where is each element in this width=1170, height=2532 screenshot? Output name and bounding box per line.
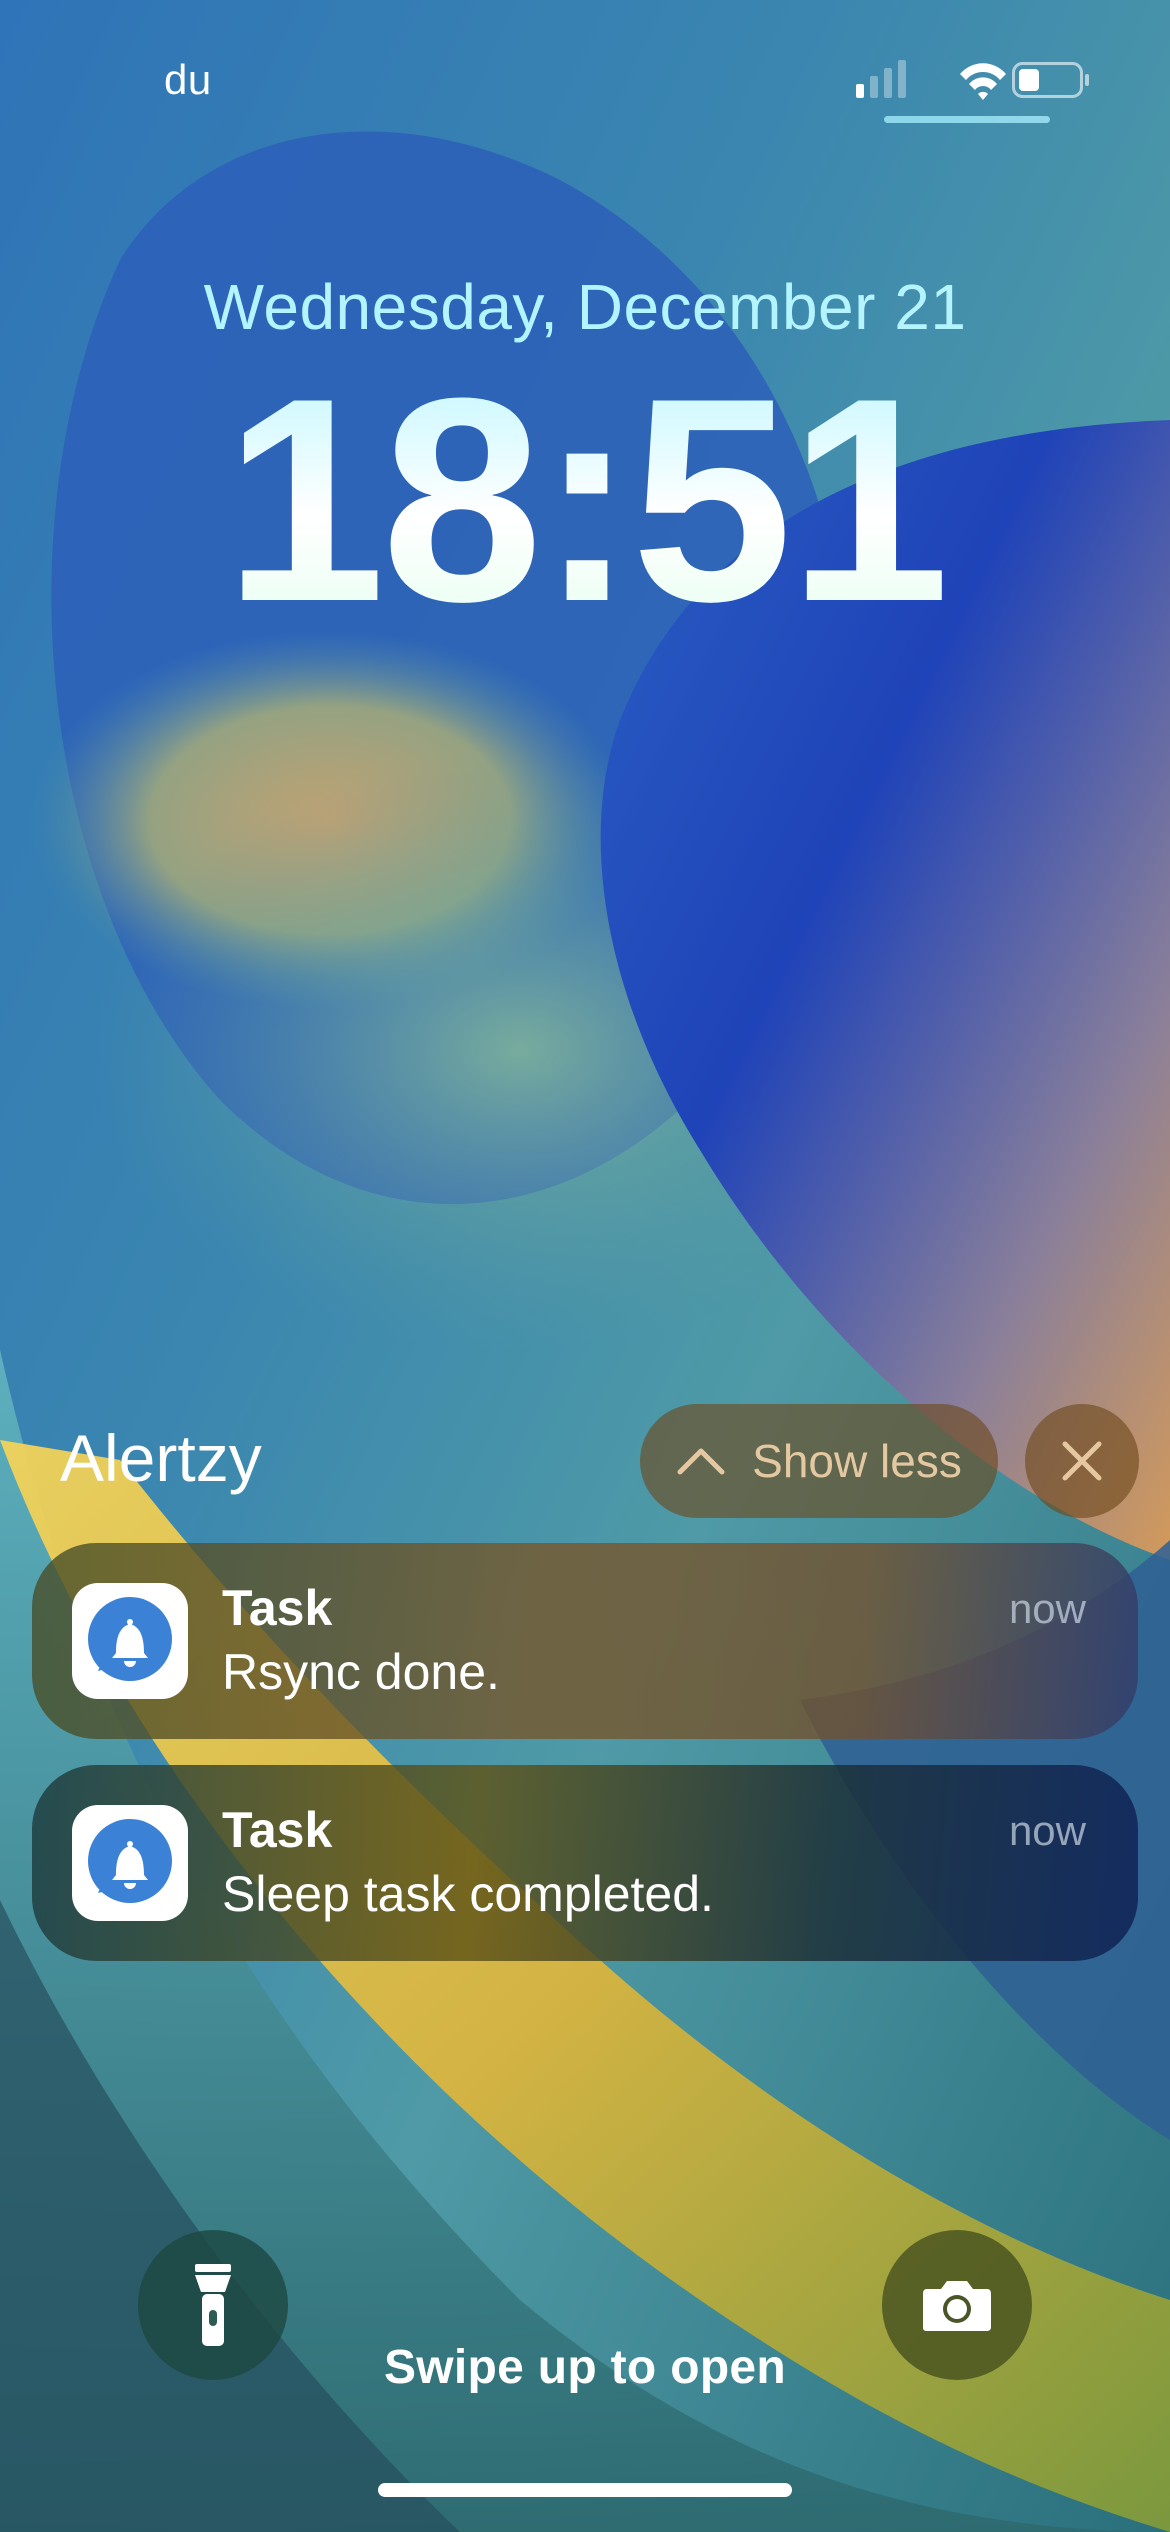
flashlight-icon [195, 2264, 231, 2346]
battery-icon [1012, 62, 1089, 98]
status-icons [856, 60, 1089, 100]
notification-time: now [1008, 1585, 1086, 1632]
clear-notifications-button[interactable] [1025, 1404, 1139, 1518]
notification-card[interactable]: Task now Rsync done. [32, 1543, 1138, 1739]
notification-title: Task [222, 1802, 333, 1858]
notification-body: Rsync done. [222, 1644, 500, 1700]
notification-title: Task [222, 1580, 333, 1636]
lock-time: 18:51 [0, 355, 1170, 645]
cellular-signal-icon [856, 60, 906, 98]
lock-date: Wednesday, December 21 [203, 271, 967, 343]
camera-icon [923, 2281, 991, 2331]
show-less-button[interactable]: Show less [640, 1404, 998, 1518]
show-less-label: Show less [752, 1435, 962, 1487]
alertzy-app-icon [72, 1805, 188, 1921]
home-indicator[interactable] [378, 2483, 792, 2497]
close-icon [1062, 1441, 1102, 1481]
bell-chat-icon [88, 1819, 172, 1903]
notification-card[interactable]: Task now Sleep task completed. [32, 1765, 1138, 1961]
status-indicator-bar [884, 116, 1050, 123]
notification-group-title: Alertzy [60, 1421, 262, 1495]
alertzy-app-icon [72, 1583, 188, 1699]
chevron-up-icon [677, 1448, 725, 1475]
bell-chat-icon [88, 1597, 172, 1681]
notification-body: Sleep task completed. [222, 1866, 714, 1922]
wifi-icon [960, 63, 1006, 100]
notification-time: now [1008, 1807, 1086, 1854]
swipe-hint: Swipe up to open [383, 2341, 787, 2394]
carrier-name: du [164, 56, 212, 103]
